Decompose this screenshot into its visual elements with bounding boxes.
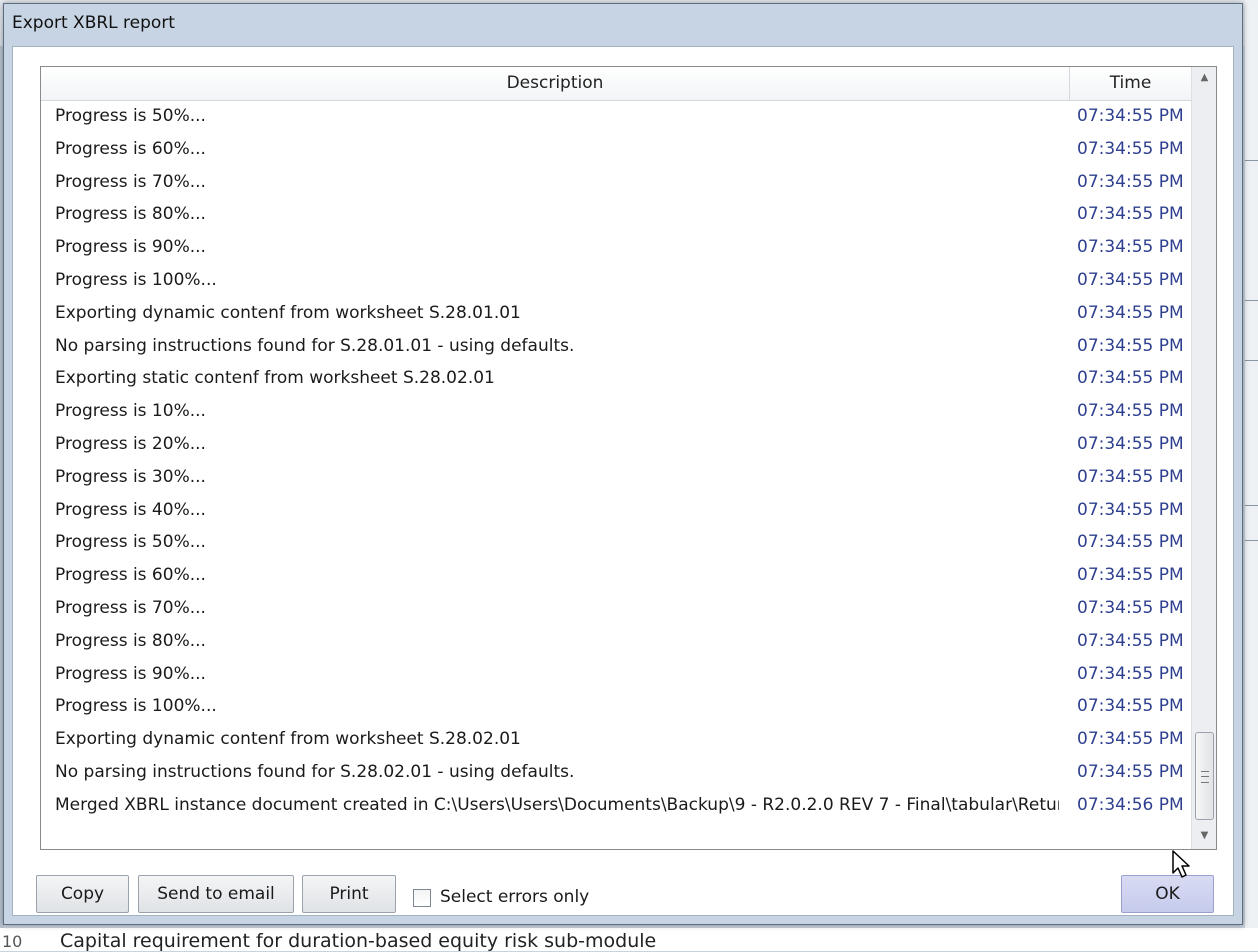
background-row-text: Capital requirement for duration-based e… [60, 930, 657, 952]
table-row[interactable]: Progress is 80%... 07:34:55 PM [41, 199, 1191, 232]
table-row[interactable]: Exporting dynamic contenf from worksheet… [41, 724, 1191, 757]
cell-time: 07:34:55 PM [1077, 335, 1184, 356]
cell-description: Progress is 10%... [55, 401, 206, 422]
cell-time: 07:34:55 PM [1077, 630, 1184, 651]
table-row[interactable]: Progress is 90%... 07:34:55 PM [41, 232, 1191, 265]
scrollbar-thumb[interactable] [1195, 732, 1214, 820]
export-xbrl-dialog: Export XBRL report Description Time Prog… [3, 3, 1243, 925]
ok-button[interactable]: OK [1121, 875, 1214, 913]
grid-header: Description Time [41, 67, 1191, 101]
table-row[interactable]: No parsing instructions found for S.28.0… [41, 757, 1191, 790]
cell-description: Exporting dynamic contenf from worksheet… [55, 729, 521, 750]
cell-time: 07:34:56 PM [1077, 794, 1184, 815]
print-button[interactable]: Print [302, 875, 396, 913]
cell-description: Progress is 100%... [55, 696, 217, 717]
cell-time: 07:34:55 PM [1077, 499, 1184, 520]
cell-time: 07:34:55 PM [1077, 368, 1184, 389]
table-row[interactable]: Progress is 60%... 07:34:55 PM [41, 560, 1191, 593]
copy-button[interactable]: Copy [36, 875, 129, 913]
cell-description: Progress is 90%... [55, 663, 206, 684]
cell-description: Progress is 50%... [55, 106, 206, 126]
cell-description: Exporting static contenf from worksheet … [55, 368, 495, 389]
cell-description: Progress is 100%... [55, 269, 217, 290]
cell-description: Progress is 80%... [55, 630, 206, 651]
scrollbar-grip-icon [1201, 771, 1209, 783]
cell-time: 07:34:55 PM [1077, 729, 1184, 750]
cell-time: 07:34:55 PM [1077, 532, 1184, 553]
cell-time: 07:34:55 PM [1077, 433, 1184, 454]
table-row[interactable]: Progress is 60%... 07:34:55 PM [41, 134, 1191, 167]
select-errors-only-label[interactable]: Select errors only [440, 887, 589, 907]
mouse-pointer-icon [1172, 850, 1190, 878]
cell-time: 07:34:55 PM [1077, 237, 1184, 258]
cell-description: Merged XBRL instance document created in… [55, 794, 1059, 815]
cell-time: 07:34:55 PM [1077, 204, 1184, 225]
scroll-down-arrow-icon[interactable]: ▼ [1192, 825, 1216, 847]
cell-description: Progress is 60%... [55, 565, 206, 586]
cell-time: 07:34:55 PM [1077, 138, 1184, 159]
cell-time: 07:34:55 PM [1077, 565, 1184, 586]
table-row[interactable]: Exporting static contenf from worksheet … [41, 363, 1191, 396]
send-to-email-button[interactable]: Send to email [138, 875, 294, 913]
cell-description: Exporting dynamic contenf from worksheet… [55, 302, 521, 323]
column-header-description[interactable]: Description [41, 67, 1070, 100]
cell-description: Progress is 20%... [55, 433, 206, 454]
column-header-time[interactable]: Time [1070, 67, 1191, 100]
table-row[interactable]: Progress is 80%... 07:34:55 PM [41, 626, 1191, 659]
log-grid: Description Time Progress is 50%... 07:34… [40, 66, 1217, 850]
cell-description: Progress is 40%... [55, 499, 206, 520]
cell-description: Progress is 90%... [55, 237, 206, 258]
select-errors-only-checkbox[interactable] [413, 889, 431, 907]
cell-time: 07:34:55 PM [1077, 401, 1184, 422]
table-row[interactable]: No parsing instructions found for S.28.0… [41, 331, 1191, 364]
scroll-up-arrow-icon[interactable]: ▲ [1192, 67, 1216, 89]
cell-time: 07:34:55 PM [1077, 696, 1184, 717]
cell-description: Progress is 60%... [55, 138, 206, 159]
cell-description: No parsing instructions found for S.28.0… [55, 335, 575, 356]
dialog-body: Description Time Progress is 50%... 07:34… [12, 46, 1234, 916]
cell-description: Progress is 30%... [55, 466, 206, 487]
cell-time: 07:34:55 PM [1077, 597, 1184, 618]
cell-time: 07:34:55 PM [1077, 106, 1184, 126]
cell-time: 07:34:55 PM [1077, 761, 1184, 782]
vertical-scrollbar[interactable]: ▲ ▼ [1191, 67, 1216, 849]
table-row[interactable]: Merged XBRL instance document created in… [41, 790, 1191, 823]
table-row[interactable]: Progress is 50%... 07:34:55 PM [41, 527, 1191, 560]
cell-description: No parsing instructions found for S.28.0… [55, 761, 575, 782]
cell-time: 07:34:55 PM [1077, 269, 1184, 290]
background-app-right-edge [1245, 0, 1258, 951]
cell-description: Progress is 80%... [55, 204, 206, 225]
table-row[interactable]: Progress is 70%... 07:34:55 PM [41, 167, 1191, 200]
table-row[interactable]: Progress is 100%... 07:34:55 PM [41, 265, 1191, 298]
table-row[interactable]: Progress is 40%... 07:34:55 PM [41, 495, 1191, 528]
table-row[interactable]: Progress is 20%... 07:34:55 PM [41, 429, 1191, 462]
cell-description: Progress is 50%... [55, 532, 206, 553]
table-row[interactable]: Progress is 50%... 07:34:55 PM [41, 101, 1191, 134]
table-row[interactable]: Exporting dynamic contenf from worksheet… [41, 298, 1191, 331]
table-row[interactable]: Progress is 100%... 07:34:55 PM [41, 691, 1191, 724]
cell-time: 07:34:55 PM [1077, 171, 1184, 192]
table-row[interactable]: Progress is 30%... 07:34:55 PM [41, 462, 1191, 495]
cell-time: 07:34:55 PM [1077, 663, 1184, 684]
table-row[interactable]: Progress is 10%... 07:34:55 PM [41, 396, 1191, 429]
dialog-titlebar[interactable]: Export XBRL report [4, 4, 1242, 44]
dialog-title: Export XBRL report [12, 13, 175, 33]
background-row-number: 10 [2, 932, 23, 951]
cell-time: 07:34:55 PM [1077, 466, 1184, 487]
table-row[interactable]: Progress is 90%... 07:34:55 PM [41, 659, 1191, 692]
grid-rows: Progress is 50%... 07:34:55 PM Progress is… [41, 101, 1191, 823]
cell-description: Progress is 70%... [55, 171, 206, 192]
table-row[interactable]: Progress is 70%... 07:34:55 PM [41, 593, 1191, 626]
cell-description: Progress is 70%... [55, 597, 206, 618]
cell-time: 07:34:55 PM [1077, 302, 1184, 323]
